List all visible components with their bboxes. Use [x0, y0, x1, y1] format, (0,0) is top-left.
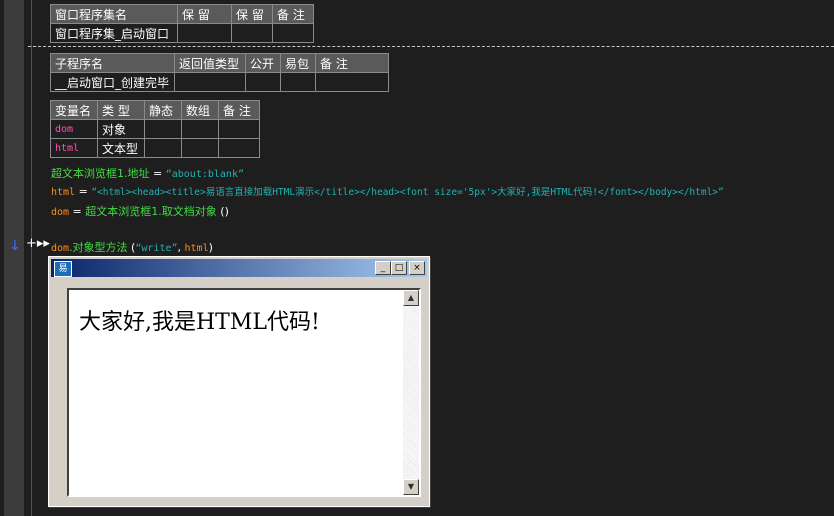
code-line-4[interactable]: dom.对象型方法 (“write”, html): [51, 239, 213, 255]
var-header-name: 变量名: [50, 100, 98, 120]
variable-html: html: [51, 187, 76, 198]
sub-package-cell[interactable]: [280, 72, 316, 92]
assign-operator: =: [149, 167, 166, 180]
object-method: .对象型方法: [69, 241, 128, 254]
assembly-header-remark: 备 注: [272, 4, 314, 24]
var-header-type: 类 型: [97, 100, 145, 120]
sub-header-return-type: 返回值类型: [174, 53, 246, 73]
var-array-cell[interactable]: [181, 119, 219, 139]
string-literal: “<html><head><title>易语言直接加载HTML演示</title…: [91, 187, 724, 198]
var-name-cell[interactable]: html: [50, 138, 98, 158]
var-array-cell[interactable]: [181, 138, 219, 158]
subroutine-table: 子程序名 返回值类型 公开 易包 备 注 __启动窗口_创建完毕: [50, 53, 389, 92]
code-line-2[interactable]: html = “<html><head><title>易语言直接加载HTML演示…: [51, 184, 724, 198]
browser-object: 超文本浏览框1: [51, 167, 124, 180]
close-paren: ): [208, 241, 213, 254]
var-remark-cell[interactable]: [218, 119, 260, 139]
variable-table: 变量名 类 型 静态 数组 备 注 dom 对象 html 文本型: [50, 100, 260, 158]
scroll-down-icon[interactable]: ▼: [403, 479, 419, 495]
assembly-header-reserved-2: 保 留: [231, 4, 273, 24]
assign-operator: =: [75, 185, 92, 198]
maximize-button[interactable]: □: [391, 261, 407, 275]
get-document-call: 超文本浏览框1.取文档对象: [85, 205, 217, 218]
var-header-remark: 备 注: [218, 100, 260, 120]
sub-header-public: 公开: [245, 53, 281, 73]
sub-remark-cell[interactable]: [315, 72, 389, 92]
property-address: .地址: [124, 167, 150, 180]
assembly-remark-cell[interactable]: [272, 23, 314, 43]
sub-header-remark: 备 注: [315, 53, 389, 73]
call-args: (): [216, 205, 229, 218]
sub-name-cell[interactable]: __启动窗口_创建完毕: [50, 72, 175, 92]
preview-window: 易 _ □ × 大家好,我是HTML代码! ▲ ▼: [48, 256, 430, 507]
code-line-1[interactable]: 超文本浏览框1.地址 = “about:blank”: [51, 165, 244, 181]
html-content-text: 大家好,我是HTML代码!: [79, 310, 320, 335]
variable-dom: dom: [51, 243, 70, 254]
assembly-table: 窗口程序集名 保 留 保 留 备 注 窗口程序集_启动窗口: [50, 4, 314, 43]
comma: ,: [177, 241, 185, 254]
sub-header-package: 易包: [280, 53, 316, 73]
sub-public-cell[interactable]: [245, 72, 281, 92]
assembly-name-cell[interactable]: 窗口程序集_启动窗口: [50, 23, 178, 43]
string-literal: “about:blank”: [165, 169, 244, 180]
section-separator: [28, 46, 834, 47]
var-type-cell[interactable]: 对象: [97, 119, 145, 139]
scroll-up-icon[interactable]: ▲: [403, 290, 419, 306]
minimize-button[interactable]: _: [375, 261, 391, 275]
assign-operator: =: [69, 205, 86, 218]
sub-return-type-cell[interactable]: [174, 72, 246, 92]
var-type-cell[interactable]: 文本型: [97, 138, 145, 158]
assembly-header-name: 窗口程序集名: [50, 4, 178, 24]
var-header-static: 静态: [144, 100, 182, 120]
gutter-divider: [31, 0, 32, 516]
vertical-scrollbar[interactable]: ▲ ▼: [403, 290, 419, 495]
var-static-cell[interactable]: [144, 119, 182, 139]
string-literal: “write”: [135, 243, 178, 254]
table-row: html 文本型: [50, 138, 260, 158]
assembly-header-reserved-1: 保 留: [177, 4, 232, 24]
variable-html: html: [184, 243, 209, 254]
table-row: dom 对象: [50, 119, 260, 139]
expand-icon[interactable]: +▸▸: [26, 236, 50, 251]
close-button[interactable]: ×: [409, 261, 425, 275]
var-header-array: 数组: [181, 100, 219, 120]
var-name-cell[interactable]: dom: [50, 119, 98, 139]
variable-dom: dom: [51, 207, 70, 218]
html-browser-view[interactable]: 大家好,我是HTML代码! ▲ ▼: [67, 288, 421, 497]
code-line-3[interactable]: dom = 超文本浏览框1.取文档对象 (): [51, 203, 229, 219]
var-remark-cell[interactable]: [218, 138, 260, 158]
sub-header-name: 子程序名: [50, 53, 175, 73]
app-icon: 易: [54, 261, 72, 277]
var-static-cell[interactable]: [144, 138, 182, 158]
window-titlebar[interactable]: 易 _ □ ×: [51, 259, 427, 277]
assembly-reserved-cell-2[interactable]: [231, 23, 273, 43]
assembly-reserved-cell-1[interactable]: [177, 23, 232, 43]
current-line-arrow-icon: ↓: [9, 238, 21, 254]
editor-gutter: [4, 0, 24, 516]
